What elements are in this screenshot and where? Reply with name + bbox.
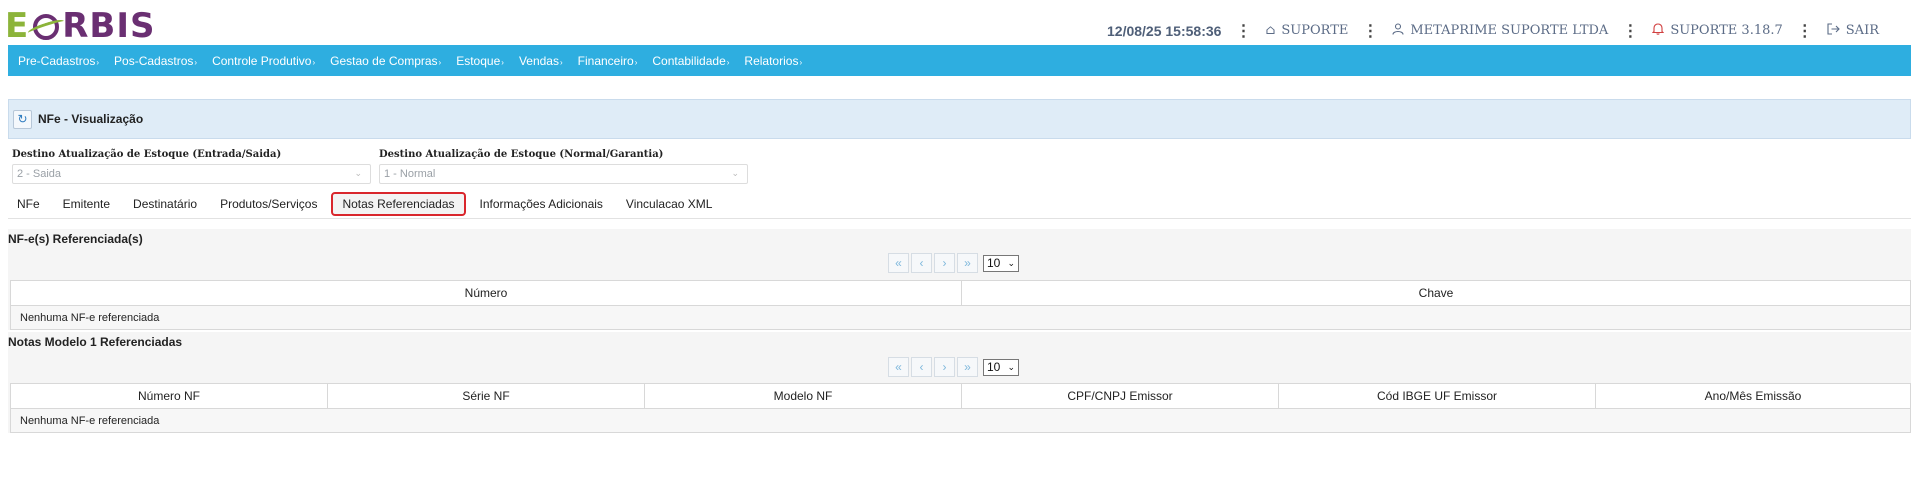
nfe-refs-pager: « ‹ › » 10 ⌄ — [888, 253, 1019, 273]
tab-informacoes-adicionais[interactable]: Informações Adicionais — [471, 192, 612, 216]
datetime: 12/08/25 15:58:36 — [1107, 22, 1222, 39]
modelo1-refs-title: Notas Modelo 1 Referenciadas — [8, 335, 183, 349]
chevron-right-icon: › — [501, 57, 504, 67]
next-page-button[interactable]: › — [934, 253, 955, 273]
page-title: NFe - Visualização — [38, 112, 144, 126]
column-header-ano-mes-emissao[interactable]: Ano/Mês Emissão — [1595, 383, 1911, 409]
version-label: SUPORTE 3.18.7 — [1670, 23, 1783, 38]
header-status: 12/08/25 15:58:36 ⋮ ⌂ SUPORTE ⋮ METAPRIM… — [1107, 22, 1879, 39]
table-row: Nenhuma NF-e referenciada — [10, 305, 1911, 330]
home-icon: ⌂ — [1265, 23, 1276, 38]
chevron-right-icon: › — [438, 57, 442, 67]
menu-item-financeiro[interactable]: Financeiro› — [578, 54, 638, 68]
tab-produtos-servicos[interactable]: Produtos/Serviços — [211, 192, 326, 216]
modelo1-refs-pager: « ‹ › » 10 ⌄ — [888, 357, 1019, 377]
refresh-icon[interactable]: ↻ — [13, 109, 32, 129]
user-icon — [1392, 22, 1404, 39]
kebab-menu-icon[interactable]: ⋮ — [1235, 22, 1251, 38]
tab-destinatario[interactable]: Destinatário — [124, 192, 206, 216]
page-header-panel: ↻ NFe - Visualização — [8, 99, 1911, 139]
chevron-down-icon: ⌄ — [731, 168, 739, 178]
tab-emitente[interactable]: Emitente — [54, 192, 119, 216]
destino-normal-garantia-value: 1 - Normal — [384, 168, 436, 180]
destino-entrada-saida-label: Destino Atualização de Estoque (Entrada/… — [12, 149, 282, 160]
chevron-down-icon: ⌄ — [1007, 257, 1015, 268]
prev-page-button[interactable]: ‹ — [911, 357, 932, 377]
last-page-button[interactable]: » — [957, 253, 978, 273]
chevron-right-icon: › — [96, 57, 100, 67]
chevron-right-icon: › — [634, 57, 638, 67]
eorbis-logo[interactable]: E RBIS — [5, 6, 155, 46]
home-label: SUPORTE — [1281, 23, 1349, 38]
next-page-button[interactable]: › — [934, 357, 955, 377]
prev-page-button[interactable]: ‹ — [911, 253, 932, 273]
main-menu: Pre-Cadastros› Pos-Cadastros› Controle P… — [8, 45, 1911, 76]
destino-entrada-saida-value: 2 - Saida — [17, 168, 62, 180]
destino-normal-garantia-field: Destino Atualização de Estoque (Normal/G… — [379, 149, 748, 184]
column-header-cod-ibge-uf-emissor[interactable]: Cód IBGE UF Emissor — [1278, 383, 1596, 409]
nfe-refs-title: NF-e(s) Referenciada(s) — [8, 232, 143, 246]
kebab-menu-icon[interactable]: ⋮ — [1797, 22, 1813, 38]
menu-item-gestao-de-compras[interactable]: Gestao de Compras› — [330, 54, 441, 68]
chevron-down-icon: ⌄ — [354, 168, 362, 178]
tab-nfe[interactable]: NFe — [8, 192, 49, 216]
nfe-refs-table: Número Chave Nenhuma NF-e referenciada — [10, 280, 1911, 330]
page-size-select[interactable]: 10 ⌄ — [983, 358, 1019, 376]
chevron-right-icon: › — [726, 57, 730, 67]
tab-notas-referenciadas[interactable]: Notas Referenciadas — [331, 192, 466, 216]
chevron-right-icon: › — [312, 57, 316, 67]
column-header-cpf-cnpj-emissor[interactable]: CPF/CNPJ Emissor — [961, 383, 1279, 409]
company-link[interactable]: METAPRIME SUPORTE LTDA — [1392, 22, 1609, 39]
kebab-menu-icon[interactable]: ⋮ — [1622, 22, 1638, 38]
menu-item-relatorios[interactable]: Relatorios› — [744, 54, 802, 68]
company-label: METAPRIME SUPORTE LTDA — [1410, 23, 1609, 38]
destino-entrada-saida-select[interactable]: 2 - Saida ⌄ — [12, 164, 371, 184]
column-header-modelo-nf[interactable]: Modelo NF — [644, 383, 962, 409]
logout-link[interactable]: SAIR — [1827, 22, 1879, 39]
first-page-button[interactable]: « — [888, 357, 909, 377]
last-page-button[interactable]: » — [957, 357, 978, 377]
kebab-menu-icon[interactable]: ⋮ — [1362, 22, 1378, 38]
menu-item-pre-cadastros[interactable]: Pre-Cadastros› — [18, 54, 99, 68]
column-header-numero[interactable]: Número — [10, 280, 962, 306]
table-header-row: Número NF Série NF Modelo NF CPF/CNPJ Em… — [10, 383, 1911, 409]
modelo1-refs-table: Número NF Série NF Modelo NF CPF/CNPJ Em… — [10, 383, 1911, 433]
first-page-button[interactable]: « — [888, 253, 909, 273]
version-link[interactable]: SUPORTE 3.18.7 — [1651, 22, 1783, 39]
table-header-row: Número Chave — [10, 280, 1911, 306]
chevron-right-icon: › — [194, 57, 198, 67]
bell-icon — [1651, 22, 1665, 39]
column-header-serie-nf[interactable]: Série NF — [327, 383, 645, 409]
logout-icon — [1827, 22, 1840, 39]
home-link[interactable]: ⌂ SUPORTE — [1265, 23, 1348, 38]
menu-item-contabilidade[interactable]: Contabilidade› — [652, 54, 729, 68]
empty-message: Nenhuma NF-e referenciada — [10, 408, 1911, 433]
tab-divider — [8, 218, 1911, 219]
destino-normal-garantia-label: Destino Atualização de Estoque (Normal/G… — [379, 149, 664, 160]
empty-message: Nenhuma NF-e referenciada — [10, 305, 1911, 330]
menu-item-pos-cadastros[interactable]: Pos-Cadastros› — [114, 54, 197, 68]
logo-letter-e: E — [5, 6, 30, 46]
menu-item-vendas[interactable]: Vendas› — [519, 54, 563, 68]
destino-normal-garantia-select[interactable]: 1 - Normal ⌄ — [379, 164, 748, 184]
destino-entrada-saida-field: Destino Atualização de Estoque (Entrada/… — [12, 149, 371, 184]
logout-label: SAIR — [1845, 23, 1879, 38]
page-size-select[interactable]: 10 ⌄ — [983, 254, 1019, 272]
tab-vinculacao-xml[interactable]: Vinculacao XML — [617, 192, 722, 216]
menu-item-controle-produtivo[interactable]: Controle Produtivo› — [212, 54, 315, 68]
menu-item-estoque[interactable]: Estoque› — [456, 54, 504, 68]
chevron-down-icon: ⌄ — [1007, 361, 1015, 372]
logo-letters-rbis: RBIS — [62, 6, 156, 46]
tab-bar: NFe Emitente Destinatário Produtos/Servi… — [8, 190, 726, 218]
chevron-right-icon: › — [559, 57, 563, 67]
column-header-numero-nf[interactable]: Número NF — [10, 383, 328, 409]
logo-orb-icon — [26, 11, 66, 41]
column-header-chave[interactable]: Chave — [961, 280, 1911, 306]
chevron-right-icon: › — [799, 57, 803, 67]
table-row: Nenhuma NF-e referenciada — [10, 408, 1911, 433]
